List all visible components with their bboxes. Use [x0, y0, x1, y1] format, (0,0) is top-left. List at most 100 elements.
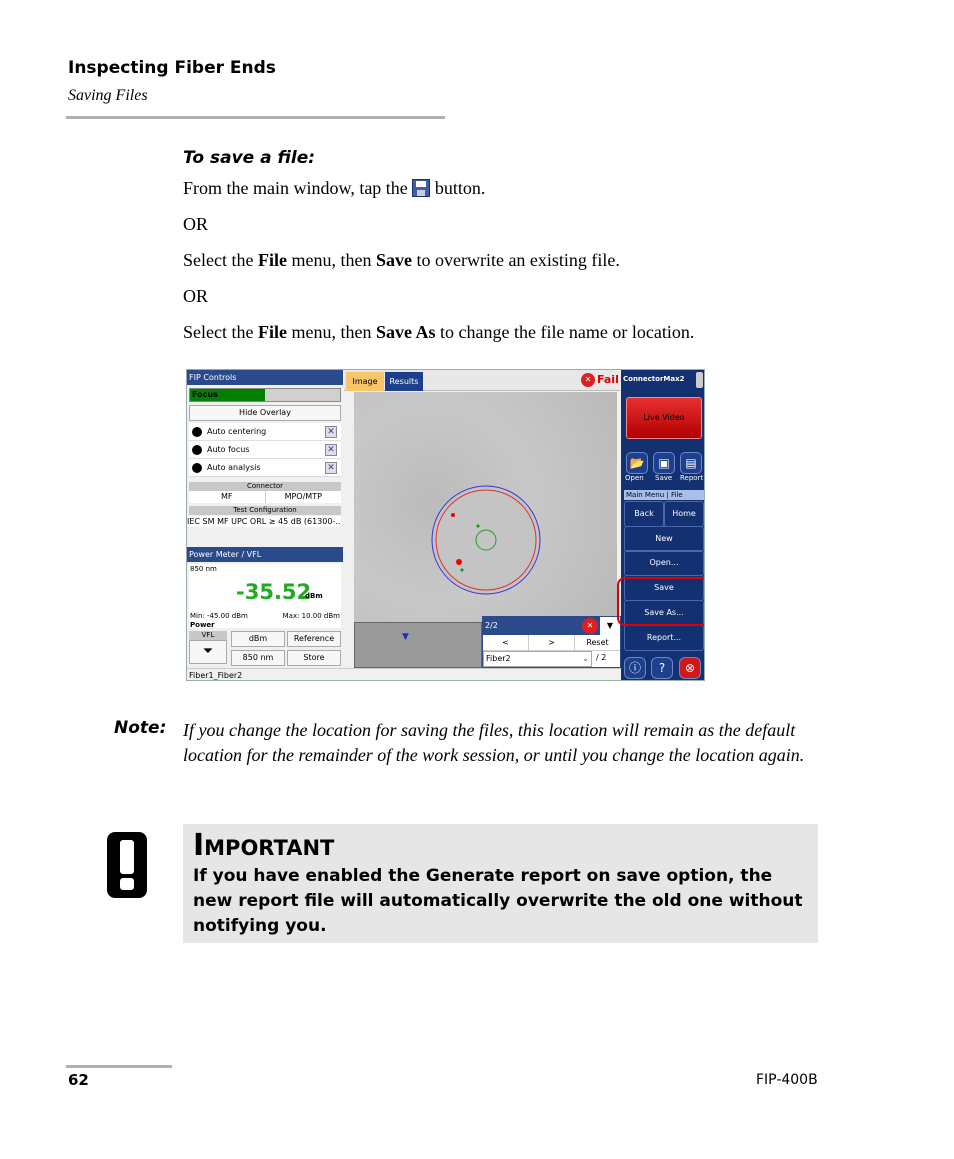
store-button[interactable]: Store [287, 650, 341, 666]
marker-icon: ▼ [402, 632, 409, 642]
close-icon[interactable]: ✕ [582, 618, 598, 634]
next-button[interactable]: > [529, 635, 575, 650]
tab-image[interactable]: Image [346, 372, 384, 391]
save-icon[interactable]: ▣ [653, 452, 675, 474]
test-config-label: Test Configuration [189, 506, 341, 515]
option-label: Auto focus [207, 445, 250, 454]
connector-mpo[interactable]: MPO/MTP [266, 491, 342, 503]
exit-icon[interactable]: ⊗ [679, 657, 701, 679]
menu-new[interactable]: New [624, 526, 704, 552]
vfl-button[interactable]: ⏷ [189, 640, 227, 664]
fiber-select-row: Fiber2 ⌄ / 2 [483, 651, 620, 667]
fiber-select-value: Fiber2 [486, 654, 511, 663]
chevron-down-icon: ⌄ [582, 654, 589, 663]
navigation-panel: 2/2 ✕ ▼ < > Reset Fiber2 ⌄ / 2 [482, 616, 621, 668]
t: File [257, 322, 287, 342]
battery-icon [696, 372, 703, 388]
power-readout: 850 nm -35.52 dBm Min: -45.00 dBm Max: 1… [189, 564, 341, 629]
defect-mark [476, 524, 480, 528]
brand-label: ConnectorMax2 [623, 375, 685, 383]
step-1: From the main window, tap the button. [183, 178, 485, 199]
test-config-value[interactable]: IEC SM MF UPC ORL ≥ 45 dB (61300-... [187, 516, 341, 527]
t: menu, then [286, 250, 376, 270]
save-label: Save [655, 474, 673, 482]
auto-centering-row[interactable]: Auto centering ✕ [189, 423, 341, 441]
right-panel: ConnectorMax2 Live Video 📂 ▣ ▤ Open Save… [621, 370, 704, 680]
power-value: -35.52 [236, 580, 312, 604]
option-label: Auto centering [207, 427, 267, 436]
focus-label: Focus [190, 389, 265, 401]
vfl-label: VFL [189, 631, 227, 640]
step-1-text: From the main window, tap the [183, 178, 408, 198]
focus-bar: Focus [189, 388, 341, 402]
home-button[interactable]: Home [664, 501, 704, 527]
max-value: Max: 10.00 dBm [282, 612, 340, 620]
note-label: Note: [114, 718, 167, 738]
nav-buttons: < > Reset [483, 635, 620, 651]
section-subtitle: Saving Files [68, 87, 148, 104]
power-label: Power [190, 621, 215, 629]
wavelength-button[interactable]: 850 nm [231, 650, 285, 666]
important-text: If you have enabled the Generate report … [193, 866, 803, 936]
footer-divider [66, 1065, 172, 1068]
reset-button[interactable]: Reset [575, 635, 620, 650]
defect-mark [456, 559, 462, 565]
status-dot-icon [192, 463, 202, 473]
t: Save As [375, 322, 436, 342]
open-icon[interactable]: 📂 [626, 452, 648, 474]
step-2: Select the File menu, then Save to overw… [183, 250, 620, 271]
back-button[interactable]: Back [624, 501, 664, 527]
info-icon[interactable]: ⓘ [624, 657, 646, 679]
status-bar: Fiber1_Fiber2 [187, 668, 621, 680]
save-icon [412, 179, 431, 197]
connector-options: MF MPO/MTP [189, 491, 341, 503]
defect-mark [460, 568, 464, 572]
menu-open[interactable]: Open... [624, 550, 704, 576]
t: menu, then [286, 322, 376, 342]
or-1: OR [183, 214, 209, 234]
t: to overwrite an existing file. [411, 250, 620, 270]
t: Select the [183, 322, 258, 342]
note-text: If you change the location for saving th… [183, 720, 805, 765]
min-value: Min: -45.00 dBm [190, 612, 248, 620]
auto-analysis-row[interactable]: Auto analysis ✕ [189, 459, 341, 477]
prev-button[interactable]: < [483, 635, 529, 650]
power-meter-title: Power Meter / VFL [187, 547, 343, 562]
laser-diode-icon: ⏷ [202, 644, 214, 659]
connector-mf[interactable]: MF [189, 491, 266, 503]
fiber-total: / 2 [596, 653, 607, 662]
procedure-title: To save a file: [183, 148, 316, 168]
fail-icon: ✕ [581, 373, 595, 387]
tab-results[interactable]: Results [385, 372, 423, 391]
menu-report[interactable]: Report... [624, 625, 704, 651]
status-dot-icon [192, 445, 202, 455]
live-video-button[interactable]: Live Video [626, 397, 702, 439]
hide-overlay-button[interactable]: Hide Overlay [189, 405, 341, 421]
defect-mark [451, 513, 455, 517]
report-icon[interactable]: ▤ [680, 452, 702, 474]
dbm-button[interactable]: dBm [231, 631, 285, 647]
wavelength-label: 850 nm [190, 565, 217, 573]
option-label: Auto analysis [207, 463, 261, 472]
reference-button[interactable]: Reference [287, 631, 341, 647]
important-box: Important If you have enabled the Genera… [183, 824, 818, 943]
t: File [257, 250, 287, 270]
thumbnail[interactable]: ▼ [354, 622, 482, 668]
auto-options: Auto centering ✕ Auto focus ✕ Auto analysi… [189, 423, 341, 477]
app-screenshot: FIP Controls Focus Hide Overlay Auto cen… [186, 369, 705, 681]
t: Select the [183, 250, 258, 270]
step-1-text-end: button. [434, 178, 486, 198]
step-3: Select the File menu, then Save As to ch… [183, 322, 694, 343]
open-label: Open [625, 474, 644, 482]
product-name: FIP-400B [756, 1072, 818, 1088]
close-icon[interactable]: ✕ [325, 426, 337, 438]
close-icon[interactable]: ✕ [325, 462, 337, 474]
connector-label: Connector [189, 482, 341, 491]
close-icon[interactable]: ✕ [325, 444, 337, 456]
fiber-select[interactable]: Fiber2 ⌄ [483, 651, 592, 667]
report-label: Report [680, 474, 704, 482]
cladding-circle [431, 485, 541, 595]
page-number: 62 [68, 1071, 89, 1089]
help-icon[interactable]: ? [651, 657, 673, 679]
auto-focus-row[interactable]: Auto focus ✕ [189, 441, 341, 459]
